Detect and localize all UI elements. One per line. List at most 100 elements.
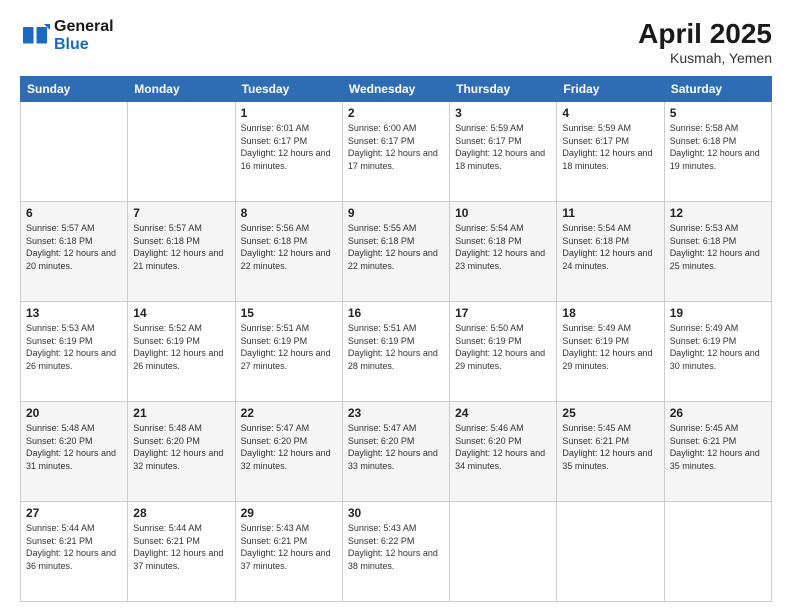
day-info: Sunrise: 5:51 AMSunset: 6:19 PMDaylight:… — [241, 322, 337, 372]
col-wednesday: Wednesday — [342, 77, 449, 102]
title-block: April 2025 Kusmah, Yemen — [638, 18, 772, 66]
calendar-cell — [21, 102, 128, 202]
calendar-cell: 7 Sunrise: 5:57 AMSunset: 6:18 PMDaylight… — [128, 202, 235, 302]
calendar-cell: 3 Sunrise: 5:59 AMSunset: 6:17 PMDaylight… — [450, 102, 557, 202]
day-info: Sunrise: 5:49 AMSunset: 6:19 PMDaylight:… — [670, 322, 766, 372]
day-number: 29 — [241, 506, 337, 520]
day-number: 9 — [348, 206, 444, 220]
day-number: 24 — [455, 406, 551, 420]
day-number: 27 — [26, 506, 122, 520]
calendar-cell: 4 Sunrise: 5:59 AMSunset: 6:17 PMDaylight… — [557, 102, 664, 202]
day-info: Sunrise: 5:44 AMSunset: 6:21 PMDaylight:… — [26, 522, 122, 572]
day-info: Sunrise: 5:46 AMSunset: 6:20 PMDaylight:… — [455, 422, 551, 472]
day-number: 25 — [562, 406, 658, 420]
calendar-cell: 21 Sunrise: 5:48 AMSunset: 6:20 PMDayligh… — [128, 402, 235, 502]
day-number: 20 — [26, 406, 122, 420]
day-info: Sunrise: 6:00 AMSunset: 6:17 PMDaylight:… — [348, 122, 444, 172]
calendar-cell: 26 Sunrise: 5:45 AMSunset: 6:21 PMDayligh… — [664, 402, 771, 502]
day-number: 6 — [26, 206, 122, 220]
calendar-body: 1 Sunrise: 6:01 AMSunset: 6:17 PMDaylight… — [21, 102, 772, 602]
day-info: Sunrise: 5:59 AMSunset: 6:17 PMDaylight:… — [455, 122, 551, 172]
day-info: Sunrise: 5:54 AMSunset: 6:18 PMDaylight:… — [455, 222, 551, 272]
header: General Blue April 2025 Kusmah, Yemen — [20, 18, 772, 66]
day-info: Sunrise: 5:50 AMSunset: 6:19 PMDaylight:… — [455, 322, 551, 372]
calendar-week-row: 13 Sunrise: 5:53 AMSunset: 6:19 PMDayligh… — [21, 302, 772, 402]
day-number: 3 — [455, 106, 551, 120]
calendar-header-row: Sunday Monday Tuesday Wednesday Thursday… — [21, 77, 772, 102]
calendar-cell: 2 Sunrise: 6:00 AMSunset: 6:17 PMDaylight… — [342, 102, 449, 202]
day-info: Sunrise: 5:57 AMSunset: 6:18 PMDaylight:… — [26, 222, 122, 272]
month-year: April 2025 — [638, 18, 772, 50]
day-info: Sunrise: 5:48 AMSunset: 6:20 PMDaylight:… — [133, 422, 229, 472]
day-number: 13 — [26, 306, 122, 320]
day-info: Sunrise: 5:45 AMSunset: 6:21 PMDaylight:… — [562, 422, 658, 472]
day-number: 28 — [133, 506, 229, 520]
day-info: Sunrise: 5:44 AMSunset: 6:21 PMDaylight:… — [133, 522, 229, 572]
day-number: 22 — [241, 406, 337, 420]
day-info: Sunrise: 6:01 AMSunset: 6:17 PMDaylight:… — [241, 122, 337, 172]
day-info: Sunrise: 5:47 AMSunset: 6:20 PMDaylight:… — [348, 422, 444, 472]
calendar-cell: 14 Sunrise: 5:52 AMSunset: 6:19 PMDayligh… — [128, 302, 235, 402]
logo-text: General Blue — [54, 18, 114, 53]
day-number: 14 — [133, 306, 229, 320]
day-info: Sunrise: 5:56 AMSunset: 6:18 PMDaylight:… — [241, 222, 337, 272]
day-info: Sunrise: 5:45 AMSunset: 6:21 PMDaylight:… — [670, 422, 766, 472]
day-info: Sunrise: 5:47 AMSunset: 6:20 PMDaylight:… — [241, 422, 337, 472]
calendar-cell: 11 Sunrise: 5:54 AMSunset: 6:18 PMDayligh… — [557, 202, 664, 302]
calendar-cell: 27 Sunrise: 5:44 AMSunset: 6:21 PMDayligh… — [21, 502, 128, 602]
day-number: 2 — [348, 106, 444, 120]
day-number: 4 — [562, 106, 658, 120]
day-info: Sunrise: 5:59 AMSunset: 6:17 PMDaylight:… — [562, 122, 658, 172]
day-info: Sunrise: 5:53 AMSunset: 6:19 PMDaylight:… — [26, 322, 122, 372]
calendar-cell: 16Sunrise: 5:51 AMSunset: 6:19 PMDayligh… — [342, 302, 449, 402]
day-info: Sunrise: 5:57 AMSunset: 6:18 PMDaylight:… — [133, 222, 229, 272]
day-number: 11 — [562, 206, 658, 220]
calendar-cell: 8 Sunrise: 5:56 AMSunset: 6:18 PMDaylight… — [235, 202, 342, 302]
calendar-cell: 19 Sunrise: 5:49 AMSunset: 6:19 PMDayligh… — [664, 302, 771, 402]
day-number: 21 — [133, 406, 229, 420]
calendar-cell — [128, 102, 235, 202]
logo: General Blue — [20, 18, 114, 53]
page: General Blue April 2025 Kusmah, Yemen Su… — [0, 0, 792, 612]
day-number: 30 — [348, 506, 444, 520]
day-info: Sunrise: 5:52 AMSunset: 6:19 PMDaylight:… — [133, 322, 229, 372]
day-number: 5 — [670, 106, 766, 120]
calendar-cell: 23Sunrise: 5:47 AMSunset: 6:20 PMDayligh… — [342, 402, 449, 502]
day-number: 7 — [133, 206, 229, 220]
day-number: 10 — [455, 206, 551, 220]
day-info: Sunrise: 5:53 AMSunset: 6:18 PMDaylight:… — [670, 222, 766, 272]
calendar-cell — [450, 502, 557, 602]
calendar-week-row: 27 Sunrise: 5:44 AMSunset: 6:21 PMDayligh… — [21, 502, 772, 602]
day-number: 1 — [241, 106, 337, 120]
calendar-cell: 18Sunrise: 5:49 AMSunset: 6:19 PMDayligh… — [557, 302, 664, 402]
day-info: Sunrise: 5:54 AMSunset: 6:18 PMDaylight:… — [562, 222, 658, 272]
day-number: 15 — [241, 306, 337, 320]
day-info: Sunrise: 5:58 AMSunset: 6:18 PMDaylight:… — [670, 122, 766, 172]
calendar-cell: 6 Sunrise: 5:57 AMSunset: 6:18 PMDaylight… — [21, 202, 128, 302]
location: Kusmah, Yemen — [638, 50, 772, 66]
col-saturday: Saturday — [664, 77, 771, 102]
day-info: Sunrise: 5:43 AMSunset: 6:22 PMDaylight:… — [348, 522, 444, 572]
calendar-cell: 24 Sunrise: 5:46 AMSunset: 6:20 PMDayligh… — [450, 402, 557, 502]
calendar-cell: 5 Sunrise: 5:58 AMSunset: 6:18 PMDaylight… — [664, 102, 771, 202]
logo-icon — [20, 21, 50, 51]
col-thursday: Thursday — [450, 77, 557, 102]
day-info: Sunrise: 5:48 AMSunset: 6:20 PMDaylight:… — [26, 422, 122, 472]
day-number: 12 — [670, 206, 766, 220]
calendar-cell: 9 Sunrise: 5:55 AMSunset: 6:18 PMDaylight… — [342, 202, 449, 302]
calendar-cell — [664, 502, 771, 602]
day-info: Sunrise: 5:55 AMSunset: 6:18 PMDaylight:… — [348, 222, 444, 272]
day-number: 17 — [455, 306, 551, 320]
calendar-cell: 10 Sunrise: 5:54 AMSunset: 6:18 PMDayligh… — [450, 202, 557, 302]
day-number: 16 — [348, 306, 444, 320]
day-number: 8 — [241, 206, 337, 220]
calendar-cell: 20 Sunrise: 5:48 AMSunset: 6:20 PMDayligh… — [21, 402, 128, 502]
calendar-cell: 1 Sunrise: 6:01 AMSunset: 6:17 PMDaylight… — [235, 102, 342, 202]
day-info: Sunrise: 5:49 AMSunset: 6:19 PMDaylight:… — [562, 322, 658, 372]
col-tuesday: Tuesday — [235, 77, 342, 102]
day-number: 26 — [670, 406, 766, 420]
day-number: 19 — [670, 306, 766, 320]
calendar-week-row: 6 Sunrise: 5:57 AMSunset: 6:18 PMDaylight… — [21, 202, 772, 302]
calendar-cell: 22 Sunrise: 5:47 AMSunset: 6:20 PMDayligh… — [235, 402, 342, 502]
calendar-cell: 29Sunrise: 5:43 AMSunset: 6:21 PMDayligh… — [235, 502, 342, 602]
